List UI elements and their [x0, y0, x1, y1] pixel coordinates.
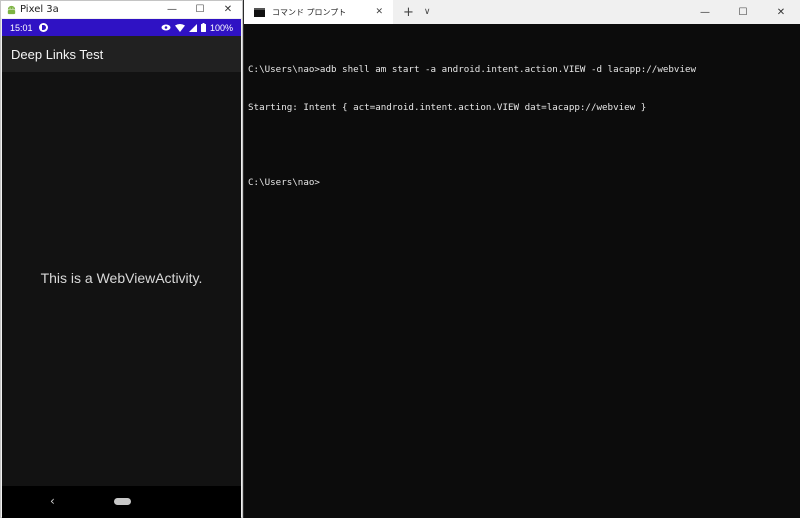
tab-close-icon[interactable]: ✕: [375, 7, 383, 17]
console-icon: [254, 7, 265, 17]
emulator-window-title: Pixel 3a: [20, 4, 59, 15]
signal-icon: [188, 23, 197, 32]
chevron-down-icon[interactable]: ∨: [424, 7, 431, 17]
home-pill-icon[interactable]: [114, 498, 131, 505]
back-icon[interactable]: ‹: [50, 494, 55, 508]
activity-message: This is a WebViewActivity.: [40, 270, 203, 286]
terminal-titlebar[interactable]: コマンド プロンプト ✕ + ∨ — ☐ ✕: [244, 0, 800, 24]
wifi-icon: [174, 23, 185, 32]
emulator-close-button[interactable]: ✕: [214, 1, 242, 18]
terminal-window: コマンド プロンプト ✕ + ∨ — ☐ ✕ C:\Users\nao>adb …: [244, 0, 800, 518]
emulator-maximize-button[interactable]: ☐: [186, 1, 214, 18]
webview-content: This is a WebViewActivity.: [2, 72, 241, 486]
emulator-titlebar[interactable]: Pixel 3a — ☐ ✕: [1, 1, 242, 18]
notification-icon: [38, 23, 48, 32]
emulator-minimize-button[interactable]: —: [158, 1, 186, 18]
android-icon: [5, 4, 17, 16]
app-bar: Deep Links Test: [2, 36, 241, 72]
terminal-line: C:\Users\nao>adb shell am start -a andro…: [248, 64, 697, 75]
battery-percent: 100%: [209, 22, 233, 33]
terminal-maximize-button[interactable]: ☐: [724, 0, 762, 24]
terminal-window-controls: — ☐ ✕: [686, 0, 800, 24]
emulator-window: Pixel 3a — ☐ ✕ 15:01 100% Deep Links Tes…: [0, 0, 243, 518]
status-icons: 100%: [161, 23, 233, 33]
status-time: 15:01: [10, 22, 33, 33]
new-tab-button[interactable]: +: [403, 5, 414, 20]
battery-icon: [200, 23, 206, 32]
navigation-bar: ‹: [2, 486, 241, 518]
app-title: Deep Links Test: [11, 46, 104, 62]
terminal-output[interactable]: C:\Users\nao>adb shell am start -a andro…: [248, 39, 796, 214]
eye-icon: [161, 24, 171, 31]
terminal-close-button[interactable]: ✕: [762, 0, 800, 24]
terminal-line: Starting: Intent { act=android.intent.ac…: [248, 101, 647, 113]
tab-command-prompt[interactable]: コマンド プロンプト ✕: [244, 0, 393, 24]
status-bar: 15:01 100%: [2, 19, 241, 36]
emulator-window-controls: — ☐ ✕: [158, 1, 242, 18]
tab-title: コマンド プロンプト: [272, 7, 347, 17]
terminal-minimize-button[interactable]: —: [686, 0, 724, 24]
phone-screen: 15:01 100% Deep Links Test This is a Web…: [2, 19, 241, 518]
terminal-prompt: C:\Users\nao>: [248, 176, 320, 188]
